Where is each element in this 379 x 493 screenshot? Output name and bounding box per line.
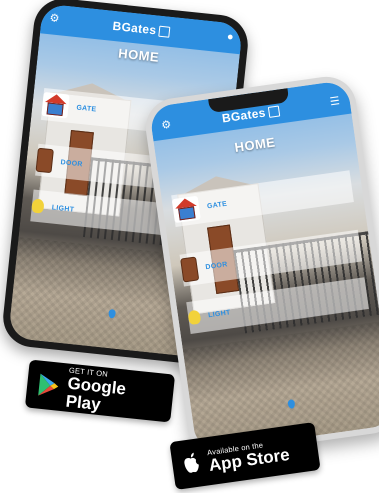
logo-text: BGates <box>111 18 158 38</box>
settings-icon[interactable]: ⚙ <box>161 119 172 132</box>
garage-icon <box>41 91 70 119</box>
bulb-icon <box>187 309 202 326</box>
device-label: GATE <box>206 200 228 210</box>
hamburger-menu-icon[interactable]: ☰ <box>329 95 340 108</box>
google-play-badge[interactable]: GET IT ON Google Play <box>24 359 176 423</box>
logo-box-icon <box>158 25 171 38</box>
google-play-icon <box>38 373 59 396</box>
bulb-icon <box>31 198 45 214</box>
menu-icon[interactable]: ● <box>226 31 234 44</box>
device-label: DOOR <box>205 260 229 271</box>
door-icon <box>35 147 54 174</box>
iphone-mockup: ⚙ BGates ☰ HOME GATE DOOR LIGHT <box>141 72 379 460</box>
garage-icon <box>171 195 201 224</box>
device-label: DOOR <box>60 158 84 168</box>
apple-icon <box>184 452 199 473</box>
iphone-screen: ⚙ BGates ☰ HOME GATE DOOR LIGHT <box>148 79 379 453</box>
google-play-text: GET IT ON Google Play <box>65 365 165 420</box>
device-label: LIGHT <box>207 308 232 319</box>
logo-box-icon <box>267 105 281 118</box>
settings-icon[interactable]: ⚙ <box>49 12 60 25</box>
device-label: LIGHT <box>51 203 75 214</box>
app-store-text: Available on the App Store <box>206 436 290 475</box>
device-label: GATE <box>76 103 97 114</box>
app-logo: BGates <box>112 19 171 39</box>
door-icon <box>180 256 200 283</box>
